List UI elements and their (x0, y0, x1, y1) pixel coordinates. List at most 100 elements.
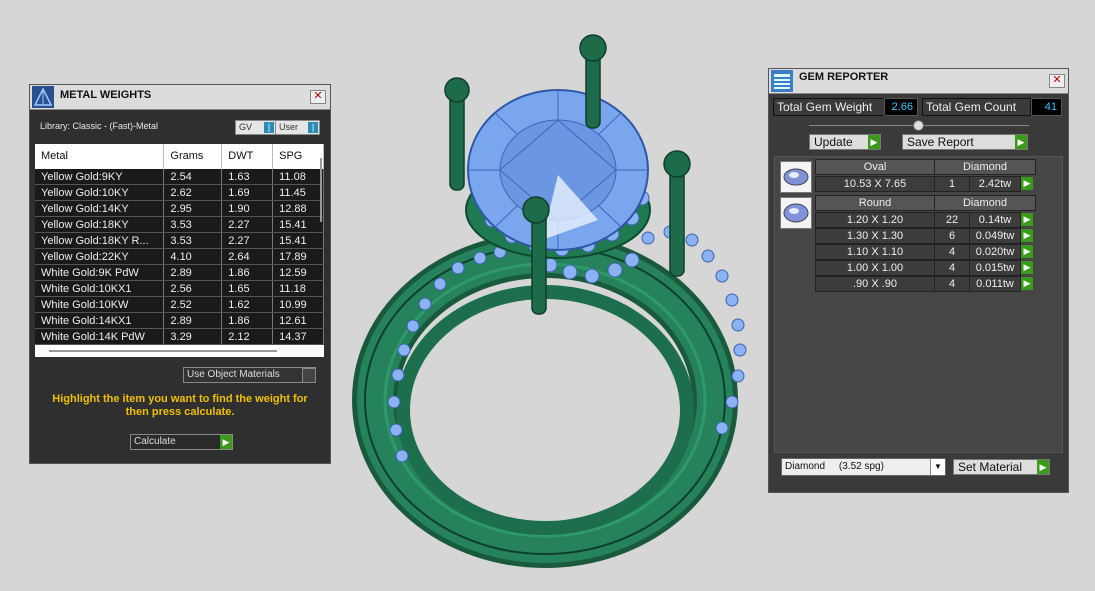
gem-material-header: Diamond (934, 195, 1036, 211)
divider-handle-icon[interactable] (913, 120, 924, 131)
gem-count: 22 (934, 212, 970, 228)
calculate-label: Calculate (134, 436, 176, 447)
total-gem-count-label: Total Gem Count (922, 98, 1031, 116)
gem-size: .90 X .90 (815, 276, 935, 292)
table-cell: 2.62 (163, 184, 223, 201)
update-label: Update (814, 135, 853, 149)
table-cell: White Gold:14K PdW (35, 328, 165, 345)
table-cell: 15.41 (272, 216, 324, 233)
table-row[interactable]: White Gold:10KW 2.52 1.62 10.99 (35, 296, 324, 313)
gem-reporter-logo-icon (771, 70, 793, 92)
user-toggle-indicator-icon: | (308, 122, 318, 133)
gem-size: 1.20 X 1.20 (815, 212, 935, 228)
table-cell: Yellow Gold:22KY (35, 248, 165, 265)
gem-shape-header: Round (815, 195, 935, 211)
metal-weights-close-button[interactable]: ✕ (310, 90, 326, 104)
table-row[interactable]: Yellow Gold:10KY 2.62 1.69 11.45 (35, 184, 324, 201)
gv-toggle-label: GV (239, 122, 253, 132)
user-toggle[interactable]: User | (275, 120, 320, 135)
center-oval-gem (467, 89, 649, 251)
calculate-button[interactable]: Calculate ▶ (130, 434, 233, 450)
set-material-button[interactable]: Set Material ▶ (953, 459, 1050, 475)
round-gem-thumbnail-icon (780, 197, 812, 229)
set-material-label: Set Material (958, 460, 1023, 474)
table-cell: 15.41 (272, 232, 324, 249)
table-cell: White Gold:10KW (35, 296, 165, 313)
metal-table-header: Metal Grams DWT SPG (35, 144, 324, 169)
table-row[interactable]: White Gold:9K PdW 2.89 1.86 12.59 (35, 264, 324, 281)
table-cell: 2.52 (163, 296, 223, 313)
table-cell: 2.95 (163, 200, 223, 217)
metal-table-vscroll[interactable] (320, 158, 322, 222)
table-cell: 1.63 (221, 169, 274, 185)
gem-row-go-button[interactable]: ▶ (1021, 245, 1033, 258)
table-cell: 11.18 (272, 280, 324, 297)
play-arrow-icon: ▶ (868, 135, 880, 149)
use-object-materials-label: Use Object Materials (187, 369, 280, 380)
table-cell: 1.86 (221, 312, 274, 329)
table-cell: 2.54 (163, 169, 223, 185)
table-cell: 2.27 (221, 232, 274, 249)
gem-shape-header: Oval (815, 159, 935, 175)
table-row[interactable]: Yellow Gold:22KY 4.10 2.64 17.89 (35, 248, 324, 265)
gem-count: 4 (934, 260, 970, 276)
table-cell: 3.53 (163, 216, 223, 233)
table-cell: White Gold:9K PdW (35, 264, 165, 281)
gem-row-go-button[interactable]: ▶ (1021, 213, 1033, 226)
gem-row-go-button[interactable]: ▶ (1021, 261, 1033, 274)
table-row[interactable]: Yellow Gold:9KY 2.54 1.63 11.08 (35, 169, 324, 185)
table-cell: 2.27 (221, 216, 274, 233)
table-cell: 1.62 (221, 296, 274, 313)
user-toggle-label: User (279, 122, 299, 132)
metal-table-hscroll[interactable] (49, 350, 277, 352)
gem-size: 1.10 X 1.10 (815, 244, 935, 260)
gem-weight: 0.011tw (969, 276, 1021, 292)
gv-toggle[interactable]: GV | (235, 120, 276, 135)
table-cell: 12.61 (272, 312, 324, 329)
chevron-down-icon: ▼ (930, 459, 945, 475)
ring-3d-viewport[interactable] (330, 20, 760, 591)
gem-row-go-button[interactable]: ▶ (1021, 277, 1033, 290)
table-row[interactable]: White Gold:14K PdW 3.29 2.12 14.37 (35, 328, 324, 345)
table-cell: White Gold:10KX1 (35, 280, 165, 297)
gem-weight: 0.049tw (969, 228, 1021, 244)
metal-weights-title: METAL WEIGHTS (60, 89, 152, 101)
table-cell: 1.86 (221, 264, 274, 281)
column-header[interactable]: DWT (221, 144, 274, 169)
table-row[interactable]: Yellow Gold:18KY R... 3.53 2.27 15.41 (35, 232, 324, 249)
metal-table-body: Yellow Gold:9KY 2.54 1.63 11.08 Yellow Gold:… (35, 169, 324, 345)
table-cell: 10.99 (272, 296, 324, 313)
gv-toggle-indicator-icon: | (264, 122, 274, 133)
gem-reporter-titlebar[interactable]: GEM REPORTER ✕ (769, 69, 1068, 94)
table-cell: 4.10 (163, 248, 223, 265)
metal-weights-titlebar[interactable]: METAL WEIGHTS ✕ (30, 85, 330, 110)
use-object-materials-checkbox[interactable]: Use Object Materials (183, 367, 316, 383)
gem-row-go-button[interactable]: ▶ (1021, 177, 1033, 190)
gem-row-go-button[interactable]: ▶ (1021, 229, 1033, 242)
table-row[interactable]: Yellow Gold:18KY 3.53 2.27 15.41 (35, 216, 324, 233)
column-header[interactable]: Metal (35, 144, 165, 169)
table-cell: 2.89 (163, 312, 223, 329)
table-row[interactable]: White Gold:14KX1 2.89 1.86 12.61 (35, 312, 324, 329)
gem-reporter-close-button[interactable]: ✕ (1049, 74, 1065, 88)
table-cell: 3.53 (163, 232, 223, 249)
gem-weight: 2.42tw (969, 176, 1021, 192)
total-gem-count-value: 41 (1031, 98, 1062, 116)
column-header[interactable]: Grams (163, 144, 223, 169)
material-select[interactable]: Diamond (3.52 spg) ▼ (781, 458, 946, 476)
material-select-value: Diamond (3.52 spg) (785, 461, 884, 472)
table-row[interactable]: White Gold:10KX1 2.56 1.65 11.18 (35, 280, 324, 297)
gem-size: 1.30 X 1.30 (815, 228, 935, 244)
gem-count: 6 (934, 228, 970, 244)
checkbox-icon (302, 368, 316, 383)
table-cell: Yellow Gold:14KY (35, 200, 165, 217)
gem-size: 10.53 X 7.65 (815, 176, 935, 192)
column-header[interactable]: SPG (272, 144, 324, 169)
save-report-button[interactable]: Save Report ▶ (902, 134, 1028, 150)
table-cell: 1.90 (221, 200, 274, 217)
gem-material-header: Diamond (934, 159, 1036, 175)
table-cell: 2.12 (221, 328, 274, 345)
update-button[interactable]: Update ▶ (809, 134, 881, 150)
instruction-text: Highlight the item you want to find the … (52, 393, 308, 418)
table-row[interactable]: Yellow Gold:14KY 2.95 1.90 12.88 (35, 200, 324, 217)
